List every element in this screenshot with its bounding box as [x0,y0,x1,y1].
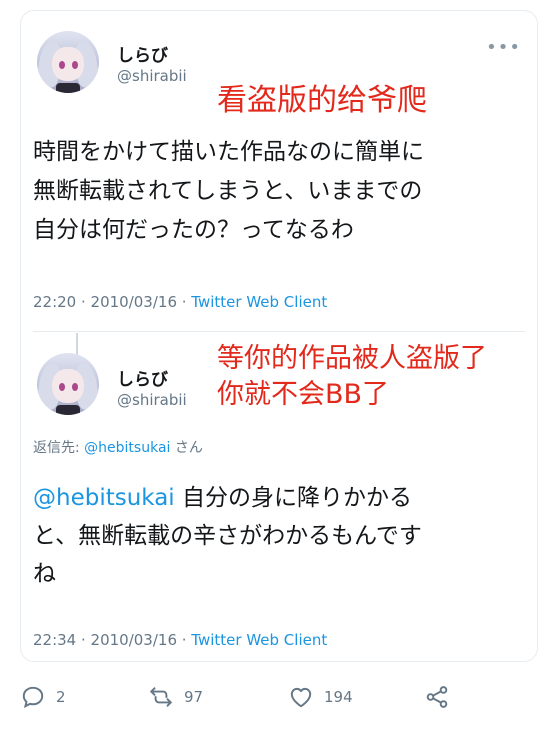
tweet-text-line: 無断転載されてしまうと、いままでの [33,178,423,204]
client-link[interactable]: Twitter Web Client [191,631,327,649]
like-count: 194 [324,688,353,706]
timestamp-text[interactable]: 22:20 · 2010/03/16 · [33,293,191,311]
divider [33,331,525,332]
mention-link[interactable]: @hebitsukai [33,485,175,511]
overlay-line: 等你的作品被人盗版了 [217,343,487,374]
tweet-text-line: @hebitsukai 自分の身に降りかかる [33,479,533,517]
avatar[interactable] [37,353,99,415]
tweet-text-segment: 自分の身に降りかかる [174,485,413,511]
reply-icon [22,686,44,709]
heart-icon [290,687,312,708]
tweet-timestamp[interactable]: 22:20 · 2010/03/16 · Twitter Web Client [33,293,327,311]
overlay-annotation: 看盗版的给爷爬 [217,83,427,118]
client-link[interactable]: Twitter Web Client [191,293,327,311]
tweet-timestamp[interactable]: 22:34 · 2010/03/16 · Twitter Web Client [33,631,327,649]
reply-button[interactable]: 2 [20,684,66,710]
retweet-button[interactable]: 97 [148,684,203,710]
share-icon [426,686,448,708]
action-bar: 2 97 194 [20,684,540,720]
user-handle[interactable]: @shirabii [117,67,187,85]
reply-prefix: 返信先: [33,440,85,456]
display-name[interactable]: しらび [117,365,168,390]
user-handle[interactable]: @shirabii [117,391,187,409]
retweet-count: 97 [184,688,204,706]
reply-suffix: さん [170,440,203,456]
retweet-icon [150,687,172,707]
like-button[interactable]: 194 [288,684,353,710]
overlay-line: 你就不会BB了 [217,379,390,410]
avatar[interactable] [37,31,99,93]
tweet-text-line: と、無断転載の辛さがわかるもんです [33,523,422,549]
reply-to-line: 返信先: @hebitsukai さん [33,437,203,457]
more-icon[interactable]: ••• [486,37,521,58]
tweet-text: @hebitsukai 自分の身に降りかかる と、無断転載の辛さがわかるもんです… [33,479,533,593]
tweet-text-line: 自分は何だったの？ってなるわ [33,217,354,243]
reply-mention-link[interactable]: @hebitsukai [84,440,170,456]
tweet-text-line: 時間をかけて描いた作品なのに簡単に [33,139,424,165]
display-name[interactable]: しらび [117,41,168,66]
tweet-text-line: ね [33,561,56,587]
timestamp-text[interactable]: 22:34 · 2010/03/16 · [33,631,191,649]
overlay-annotation: 等你的作品被人盗版了 你就不会BB了 [217,341,487,413]
tweet-text: 時間をかけて描いた作品なのに簡単に 無断転載されてしまうと、いままでの 自分は何… [33,133,533,250]
reply-count: 2 [56,688,66,706]
share-button[interactable] [424,684,450,710]
tweet-thread-card: しらび @shirabii ••• 看盗版的给爷爬 時間をかけて描いた作品なのに… [20,10,538,662]
